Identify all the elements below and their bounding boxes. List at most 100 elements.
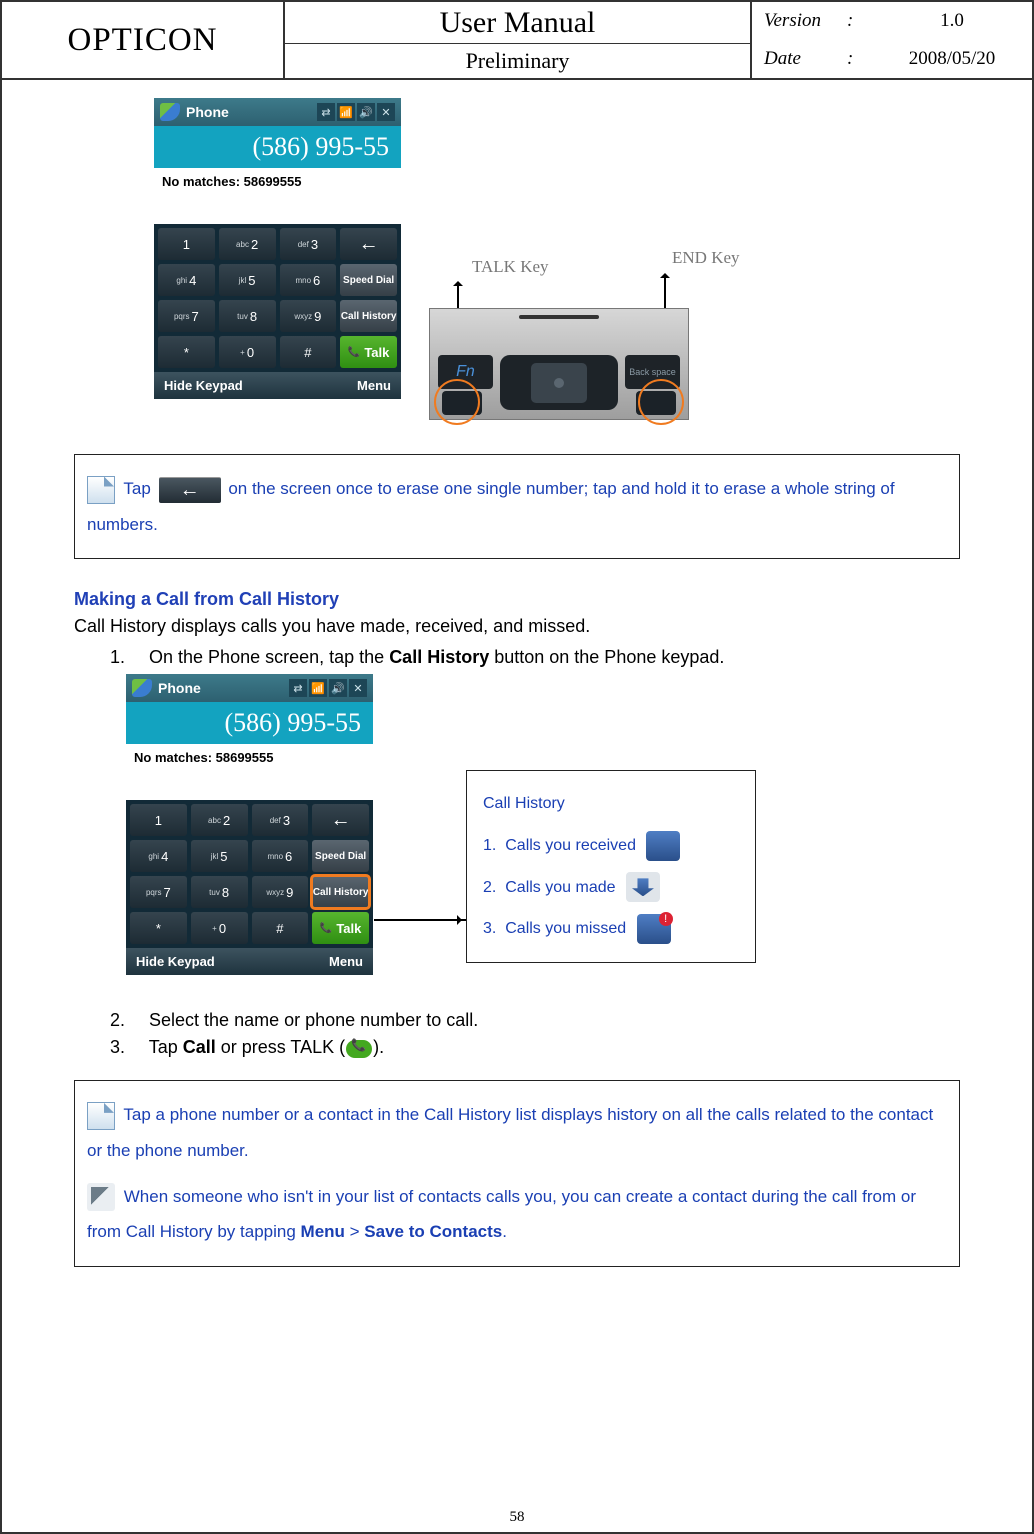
key-7[interactable]: pqrs7	[158, 300, 215, 332]
start-icon[interactable]	[160, 103, 180, 121]
key-1[interactable]: 1	[158, 228, 215, 260]
step-3: 3. Tap Call or press TALK ().	[110, 1037, 960, 1058]
figure-2: Phone ⇄ 📶 🔊 ✕ (586) 995-55 No matches: 5…	[126, 674, 960, 1004]
tip-text-prefix: Tap	[123, 479, 150, 498]
tip-save-contact: When someone who isn't in your list of c…	[87, 1179, 947, 1250]
close-icon[interactable]: ✕	[377, 103, 395, 121]
step-bold: Call	[183, 1037, 216, 1057]
key-speed-dial[interactable]: Speed Dial	[312, 840, 369, 872]
doc-title: User Manual	[285, 2, 750, 44]
key-8[interactable]: tuv8	[191, 876, 248, 908]
volume-icon: 🔊	[329, 679, 347, 697]
talk-icon	[346, 1040, 372, 1058]
softkey-menu[interactable]: Menu	[357, 378, 391, 393]
tip-history: Tap a phone number or a contact in the C…	[87, 1097, 947, 1168]
keypad: 1 abc2 def3 ← ghi4 jkl5 mno6 Speed Dial …	[126, 800, 373, 948]
phone-screenshot-1: Phone ⇄ 📶 🔊 ✕ (586) 995-55 No matches: 5…	[154, 98, 401, 399]
no-matches: No matches: 58699555	[154, 168, 401, 224]
close-icon[interactable]: ✕	[349, 679, 367, 697]
key-talk[interactable]: 📞Talk	[340, 336, 397, 368]
legend-arrow	[374, 919, 466, 921]
tip-bold: Save to Contacts	[364, 1222, 502, 1241]
page-number: 58	[2, 1509, 1032, 1526]
figure-1: Phone ⇄ 📶 🔊 ✕ (586) 995-55 No matches: 5…	[74, 98, 960, 436]
doc-header: OPTICON User Manual Preliminary Version …	[2, 2, 1032, 80]
signal-icon: 📶	[337, 103, 355, 121]
note-icon	[87, 476, 115, 504]
key-star[interactable]: *	[158, 336, 215, 368]
key-5[interactable]: jkl5	[191, 840, 248, 872]
dialed-number: (586) 995-55	[126, 702, 373, 744]
page: OPTICON User Manual Preliminary Version …	[0, 0, 1034, 1534]
keypad: 1 abc2 def3 ← ghi4 jkl5 mno6 Speed Dial …	[154, 224, 401, 372]
legend-title: Call History	[483, 783, 739, 825]
key-talk[interactable]: 📞Talk	[312, 912, 369, 944]
status-icons: ⇄ 📶 🔊 ✕	[317, 103, 395, 121]
key-6[interactable]: mno6	[252, 840, 309, 872]
key-4[interactable]: ghi4	[130, 840, 187, 872]
legend-item-missed: 3. Calls you missed	[483, 908, 739, 950]
step-text: On the Phone screen, tap the	[149, 647, 389, 667]
status-icons: ⇄ 📶 🔊 ✕	[289, 679, 367, 697]
brand: OPTICON	[2, 2, 285, 78]
date-row: Date : 2008/05/20	[752, 40, 1032, 78]
phone-titlebar: Phone ⇄ 📶 🔊 ✕	[154, 98, 401, 126]
key-star[interactable]: *	[130, 912, 187, 944]
date-value: 2008/05/20	[872, 48, 1032, 70]
app-title: Phone	[158, 680, 201, 696]
call-history-legend: Call History 1. Calls you received 2. Ca…	[466, 770, 756, 962]
start-icon[interactable]	[132, 679, 152, 697]
key-hash[interactable]: #	[280, 336, 337, 368]
key-speed-dial[interactable]: Speed Dial	[340, 264, 397, 296]
key-6[interactable]: mno6	[280, 264, 337, 296]
legend-number: 3.	[483, 920, 496, 937]
highlight-end	[638, 379, 684, 425]
key-backspace[interactable]: ←	[312, 804, 369, 836]
step-text: Tap	[149, 1037, 183, 1057]
softkey-menu[interactable]: Menu	[329, 954, 363, 969]
key-backspace[interactable]: ←	[340, 228, 397, 260]
key-4[interactable]: ghi4	[158, 264, 215, 296]
key-0[interactable]: +0	[219, 336, 276, 368]
doc-subtitle: Preliminary	[285, 44, 750, 78]
key-5[interactable]: jkl5	[219, 264, 276, 296]
tip-bold: Menu	[301, 1222, 345, 1241]
step-text: Select the name or phone number to call.	[149, 1010, 478, 1030]
key-1[interactable]: 1	[130, 804, 187, 836]
key-3[interactable]: def3	[280, 228, 337, 260]
date-label: Date	[752, 48, 847, 70]
key-call-history-highlighted[interactable]: Call History	[312, 876, 369, 908]
version-row: Version : 1.0	[752, 2, 1032, 40]
key-call-history[interactable]: Call History	[340, 300, 397, 332]
phone-screenshot-2: Phone ⇄ 📶 🔊 ✕ (586) 995-55 No matches: 5…	[126, 674, 373, 975]
key-3[interactable]: def3	[252, 804, 309, 836]
colon: :	[847, 10, 872, 32]
step-number: 3.	[110, 1037, 144, 1058]
softkey-hide-keypad[interactable]: Hide Keypad	[164, 378, 243, 393]
header-meta: Version : 1.0 Date : 2008/05/20	[752, 2, 1032, 78]
legend-item-made: 2. Calls you made	[483, 867, 739, 909]
key-2[interactable]: abc2	[219, 228, 276, 260]
key-0[interactable]: +0	[191, 912, 248, 944]
key-2[interactable]: abc2	[191, 804, 248, 836]
key-7[interactable]: pqrs7	[130, 876, 187, 908]
section-intro: Call History displays calls you have mad…	[74, 616, 960, 637]
legend-item-received: 1. Calls you received	[483, 825, 739, 867]
volume-icon: 🔊	[357, 103, 375, 121]
phone-softkeys: Hide Keypad Menu	[126, 948, 373, 975]
key-9[interactable]: wxyz9	[280, 300, 337, 332]
section-title: Making a Call from Call History	[74, 589, 960, 610]
step-text: button on the Phone keypad.	[489, 647, 724, 667]
key-9[interactable]: wxyz9	[252, 876, 309, 908]
legend-label: Calls you made	[505, 879, 615, 896]
softkey-hide-keypad[interactable]: Hide Keypad	[136, 954, 215, 969]
talk-key-label: TALK Key	[472, 257, 549, 277]
step-number: 1.	[110, 647, 144, 668]
key-8[interactable]: tuv8	[219, 300, 276, 332]
dpad[interactable]	[500, 355, 618, 410]
header-mid: User Manual Preliminary	[285, 2, 752, 78]
colon: :	[847, 48, 872, 70]
bottom-tip-box: Tap a phone number or a contact in the C…	[74, 1080, 960, 1267]
content: Phone ⇄ 📶 🔊 ✕ (586) 995-55 No matches: 5…	[2, 80, 1032, 1267]
key-hash[interactable]: #	[252, 912, 309, 944]
